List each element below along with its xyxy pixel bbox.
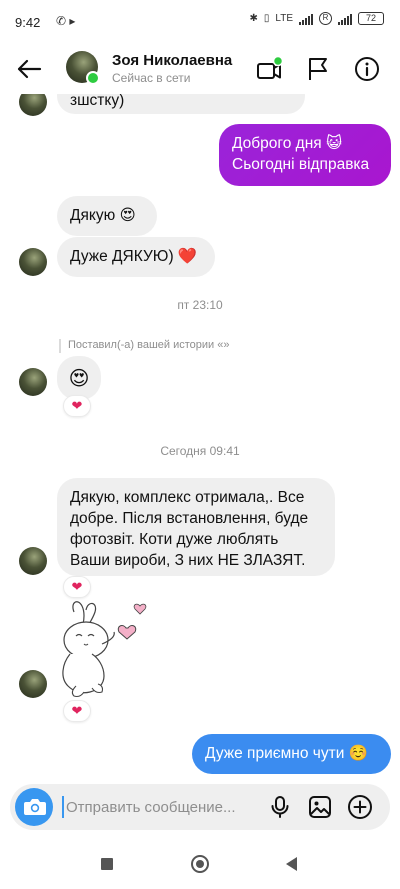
incoming-message[interactable]: зшстку) [57, 94, 305, 114]
message-text: зшстку) [70, 94, 125, 109]
message-input[interactable] [62, 796, 252, 818]
sender-avatar[interactable] [19, 670, 47, 698]
reply-indicator-bar [59, 339, 61, 353]
mic-icon[interactable] [268, 795, 292, 819]
message-text-line3: фотозвіт. Коти дуже люблять [70, 531, 279, 548]
status-right-icons: ✱ ▯ LTE R 72 [249, 12, 384, 25]
contact-status: Сейчас в сети [112, 71, 191, 85]
home-icon[interactable] [191, 855, 209, 873]
message-emoji: 😍 [68, 367, 90, 390]
lte-label: LTE [275, 13, 293, 24]
battery-icon: 72 [358, 12, 384, 25]
emoji-message[interactable]: 😍 [57, 356, 101, 400]
status-bar: 9:42 ✆ ▸ ✱ ▯ LTE R 72 [0, 0, 400, 44]
sender-avatar[interactable] [19, 547, 47, 575]
message-text-line4: Ваши вироби, З них НЕ ЗЛАЗЯТ. [70, 552, 306, 569]
message-list[interactable]: зшстку) Доброго дня 😺 Сьогодні відправка… [0, 94, 400, 774]
message-text: Дуже приємно чути ☺️ [205, 745, 368, 762]
roaming-icon: R [319, 12, 332, 25]
chat-header: Зоя Николаевна Сейчас в сети [0, 44, 400, 94]
recent-apps-icon[interactable] [101, 858, 113, 870]
online-indicator [86, 71, 100, 85]
heart-icon: ❤ [71, 579, 83, 594]
outgoing-message[interactable]: Доброго дня 😺 Сьогодні відправка [219, 124, 391, 186]
sender-avatar[interactable] [19, 368, 47, 396]
heart-icon: ❤ [71, 703, 83, 718]
timestamp-divider: пт 23:10 [177, 298, 223, 312]
plus-icon[interactable] [347, 794, 373, 820]
camera-button[interactable] [15, 788, 53, 826]
outgoing-message[interactable]: Дуже приємно чути ☺️ [192, 734, 391, 774]
bluetooth-icon: ✱ [249, 13, 258, 24]
contact-name[interactable]: Зоя Николаевна [112, 52, 232, 69]
message-text-line1: Дякую, комплекс отримала,. Все [70, 489, 305, 506]
heart-icon: ❤ [71, 398, 83, 413]
signal-icon-2 [338, 13, 352, 25]
info-icon[interactable] [354, 56, 380, 82]
message-text-line2: добре. Після встановлення, буде [70, 510, 309, 527]
sender-avatar[interactable] [19, 94, 47, 116]
heart-reaction[interactable]: ❤ [63, 395, 91, 417]
timestamp-divider: Сегодня 09:41 [160, 444, 240, 458]
status-time: 9:42 [15, 15, 41, 30]
system-nav-bar [0, 840, 400, 889]
message-text: Дякую 😍 [70, 207, 136, 224]
video-call-icon[interactable] [256, 56, 284, 84]
message-text-line2: Сьогодні відправка [232, 156, 370, 173]
message-text-line1: Доброго дня 😺 [232, 135, 343, 152]
incoming-message[interactable]: Дякую, комплекс отримала,. Все добре. Пі… [57, 478, 335, 576]
signal-icon [299, 13, 313, 25]
vibrate-icon: ▯ [263, 13, 270, 24]
gallery-icon[interactable] [308, 795, 332, 819]
message-text: Дуже ДЯКУЮ) ❤️ [70, 248, 198, 265]
heart-reaction[interactable]: ❤ [63, 700, 91, 722]
heart-reaction[interactable]: ❤ [63, 576, 91, 598]
story-reply-note: Поставил(-а) вашей истории «» [68, 339, 230, 351]
system-back-icon[interactable] [286, 857, 297, 871]
bunny-sticker[interactable] [52, 600, 152, 704]
sender-avatar[interactable] [19, 248, 47, 276]
status-notification-icons: ✆ ▸ [56, 14, 76, 28]
back-arrow-icon[interactable] [16, 56, 42, 82]
incoming-message[interactable]: Дуже ДЯКУЮ) ❤️ [57, 237, 215, 277]
flag-icon[interactable] [305, 56, 331, 82]
incoming-message[interactable]: Дякую 😍 [57, 196, 157, 236]
message-composer [10, 784, 390, 830]
camera-icon [24, 799, 46, 815]
